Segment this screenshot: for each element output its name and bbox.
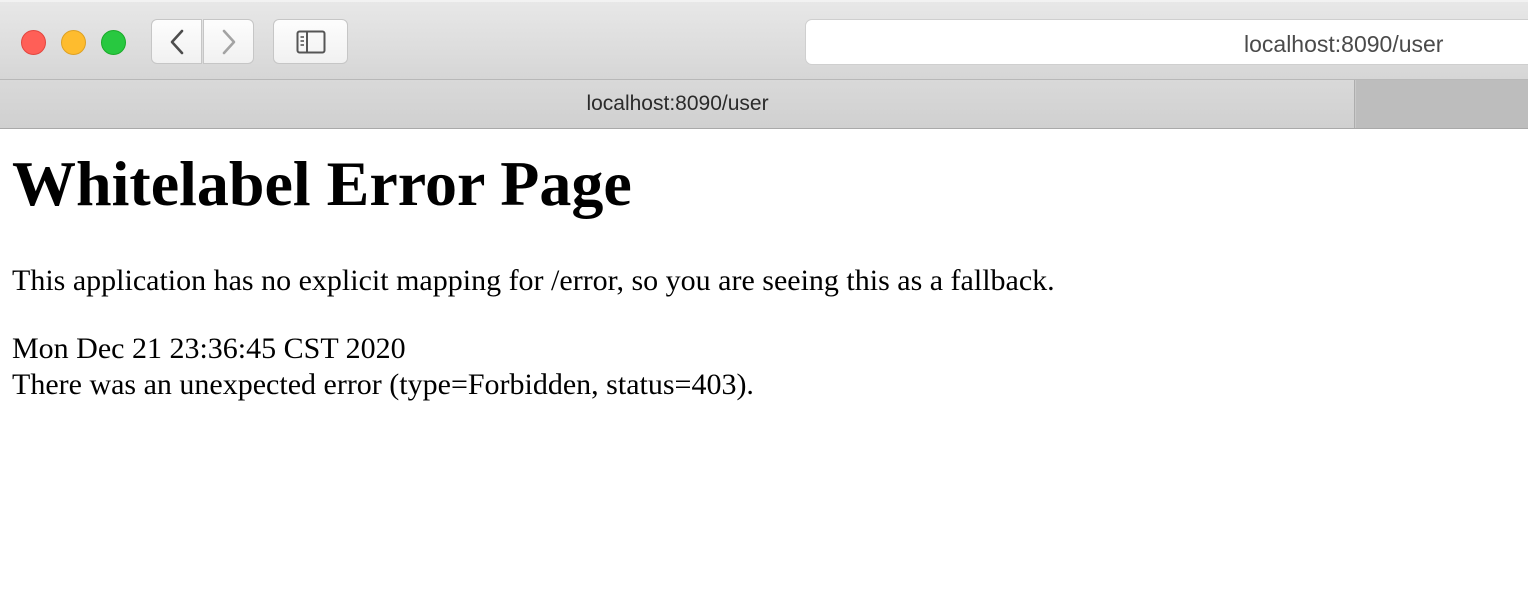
tab-title: localhost:8090/user [586,92,769,115]
address-bar[interactable]: localhost:8090/user [805,19,1528,65]
tab-bar-empty-area [1356,80,1528,128]
window-maximize-button[interactable] [101,30,126,55]
sidebar-toggle-button[interactable] [273,19,348,64]
window-minimize-button[interactable] [61,30,86,55]
page-title: Whitelabel Error Page [12,148,632,219]
sidebar-icon [296,30,326,54]
address-url: localhost:8090/user [1244,31,1444,57]
error-timestamp: Mon Dec 21 23:36:45 CST 2020 [12,332,406,365]
toolbar-top-edge [0,0,1528,2]
browser-toolbar: localhost:8090/user [0,0,1528,80]
chevron-right-icon [221,29,237,55]
chevron-left-icon [169,29,185,55]
tab-active[interactable]: localhost:8090/user [0,80,1355,128]
tab-bar: localhost:8090/user [0,80,1528,129]
window-close-button[interactable] [21,30,46,55]
forward-button[interactable] [203,19,254,64]
back-button[interactable] [151,19,202,64]
error-detail: There was an unexpected error (type=Forb… [12,368,754,401]
error-message: This application has no explicit mapping… [12,264,1055,297]
